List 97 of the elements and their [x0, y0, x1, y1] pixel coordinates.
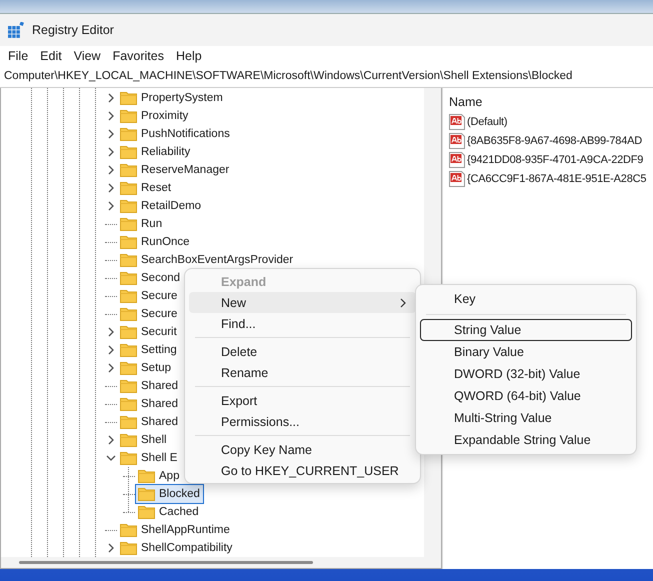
folder-icon: [120, 433, 137, 447]
chevron-right-icon[interactable]: [106, 147, 116, 157]
tree-item[interactable]: RunOnce: [117, 232, 194, 252]
tree-item[interactable]: Shared: [117, 394, 182, 414]
chevron-right-icon[interactable]: [106, 435, 116, 445]
chevron-right-icon[interactable]: [106, 165, 116, 175]
folder-icon: [120, 397, 137, 411]
folder-icon: [120, 199, 137, 213]
tree-item[interactable]: SearchBoxEventArgsProvider: [117, 250, 298, 270]
tree-item[interactable]: Blocked: [135, 484, 204, 504]
tree-item[interactable]: Cached: [135, 502, 203, 522]
folder-icon: [120, 181, 137, 195]
menu-item[interactable]: Key: [420, 288, 632, 310]
value-name[interactable]: {CA6CC9F1-867A-481E-951E-A28C5: [467, 172, 646, 184]
folder-icon: [120, 325, 137, 339]
menu-item[interactable]: Help: [170, 48, 208, 62]
folder-icon: [120, 271, 137, 285]
window-title: Registry Editor: [32, 23, 114, 37]
menu-item[interactable]: New: [189, 292, 416, 313]
chevron-right-icon[interactable]: [106, 327, 116, 337]
chevron-right-icon[interactable]: [106, 543, 116, 553]
tree-item[interactable]: RetailDemo: [117, 196, 206, 216]
menu-item[interactable]: Expandable String Value: [420, 429, 632, 451]
menu-item[interactable]: File: [2, 48, 34, 62]
folder-icon: [120, 289, 137, 303]
value-name[interactable]: (Default): [467, 116, 508, 128]
menu-item[interactable]: Rename: [189, 362, 416, 383]
folder-icon: [120, 109, 137, 123]
menu-item[interactable]: Multi-String Value: [420, 407, 632, 429]
tree-item[interactable]: Reliability: [117, 142, 194, 162]
string-value-icon: [449, 114, 465, 130]
tree-item[interactable]: Secure: [117, 286, 182, 306]
menu-item[interactable]: DWORD (32-bit) Value: [420, 363, 632, 385]
chevron-down-icon[interactable]: [106, 453, 116, 463]
folder-icon: [120, 145, 137, 159]
menu-item[interactable]: Binary Value: [420, 341, 632, 363]
folder-icon: [120, 343, 137, 357]
folder-icon: [120, 163, 137, 177]
menu-item[interactable]: QWORD (64-bit) Value: [420, 385, 632, 407]
tree-item[interactable]: Shared: [117, 412, 182, 432]
tree-item[interactable]: PropertySystem: [117, 88, 227, 108]
folder-icon: [120, 361, 137, 375]
menu-item[interactable]: Copy Key Name: [189, 439, 416, 460]
tree-item[interactable]: Securit: [117, 322, 181, 342]
menu-item[interactable]: Export: [189, 390, 416, 411]
chevron-right-icon[interactable]: [106, 201, 116, 211]
folder-icon: [120, 235, 137, 249]
folder-icon: [120, 253, 137, 267]
tree-item[interactable]: Proximity: [117, 106, 192, 126]
folder-icon: [138, 487, 155, 501]
chevron-right-icon[interactable]: [106, 93, 116, 103]
menu-item[interactable]: Delete: [189, 341, 416, 362]
tree-item[interactable]: Secure: [117, 304, 182, 324]
folder-icon: [120, 379, 137, 393]
registry-app-icon: [8, 22, 24, 38]
folder-icon: [120, 217, 137, 231]
folder-icon: [138, 505, 155, 519]
folder-icon: [120, 541, 137, 555]
value-name[interactable]: {8AB635F8-9A67-4698-AB99-784AD: [467, 134, 642, 146]
column-header[interactable]: Name: [449, 92, 647, 112]
chevron-right-icon[interactable]: [106, 363, 116, 373]
string-value-icon: [449, 152, 465, 168]
tree-item[interactable]: ReserveManager: [117, 160, 234, 180]
folder-icon: [120, 307, 137, 321]
tree-item[interactable]: Shell: [117, 430, 171, 450]
tree-item[interactable]: Setup: [117, 358, 176, 378]
menu-item[interactable]: Go to HKEY_CURRENT_USER: [189, 460, 416, 481]
string-value-icon: [449, 170, 465, 186]
tree-item[interactable]: Run: [117, 214, 166, 234]
menu-item[interactable]: View: [68, 48, 107, 62]
folder-icon: [120, 127, 137, 141]
menu-item[interactable]: Edit: [34, 48, 68, 62]
value-name[interactable]: {9421DD08-935F-4701-A9CA-22DF9: [467, 154, 644, 166]
tree-item[interactable]: App: [135, 466, 184, 486]
tree-item[interactable]: Shared: [117, 376, 182, 396]
tree-item[interactable]: PushNotifications: [117, 124, 234, 144]
chevron-right-icon[interactable]: [106, 345, 116, 355]
tree-item[interactable]: Shell E: [117, 448, 182, 468]
folder-icon: [120, 91, 137, 105]
tree-item[interactable]: ShellAppRuntime: [117, 520, 234, 540]
tree-item[interactable]: Second: [117, 268, 184, 288]
menu-item[interactable]: Permissions...: [189, 411, 416, 432]
folder-icon: [120, 451, 137, 465]
folder-icon: [120, 523, 137, 537]
chevron-right-icon[interactable]: [106, 183, 116, 193]
tree-item[interactable]: Setting: [117, 340, 181, 360]
string-value-icon: [449, 132, 465, 148]
menu-item[interactable]: Favorites: [106, 48, 170, 62]
horizontal-scrollbar[interactable]: [1, 557, 441, 568]
chevron-right-icon[interactable]: [106, 129, 116, 139]
folder-icon: [138, 469, 155, 483]
menu-item[interactable]: Find...: [189, 313, 416, 334]
chevron-right-icon[interactable]: [106, 111, 116, 121]
tree-item[interactable]: Reset: [117, 178, 176, 198]
folder-icon: [120, 415, 137, 429]
menu-item[interactable]: String Value: [420, 319, 632, 341]
tree-item[interactable]: ShellCompatibility: [117, 538, 236, 557]
